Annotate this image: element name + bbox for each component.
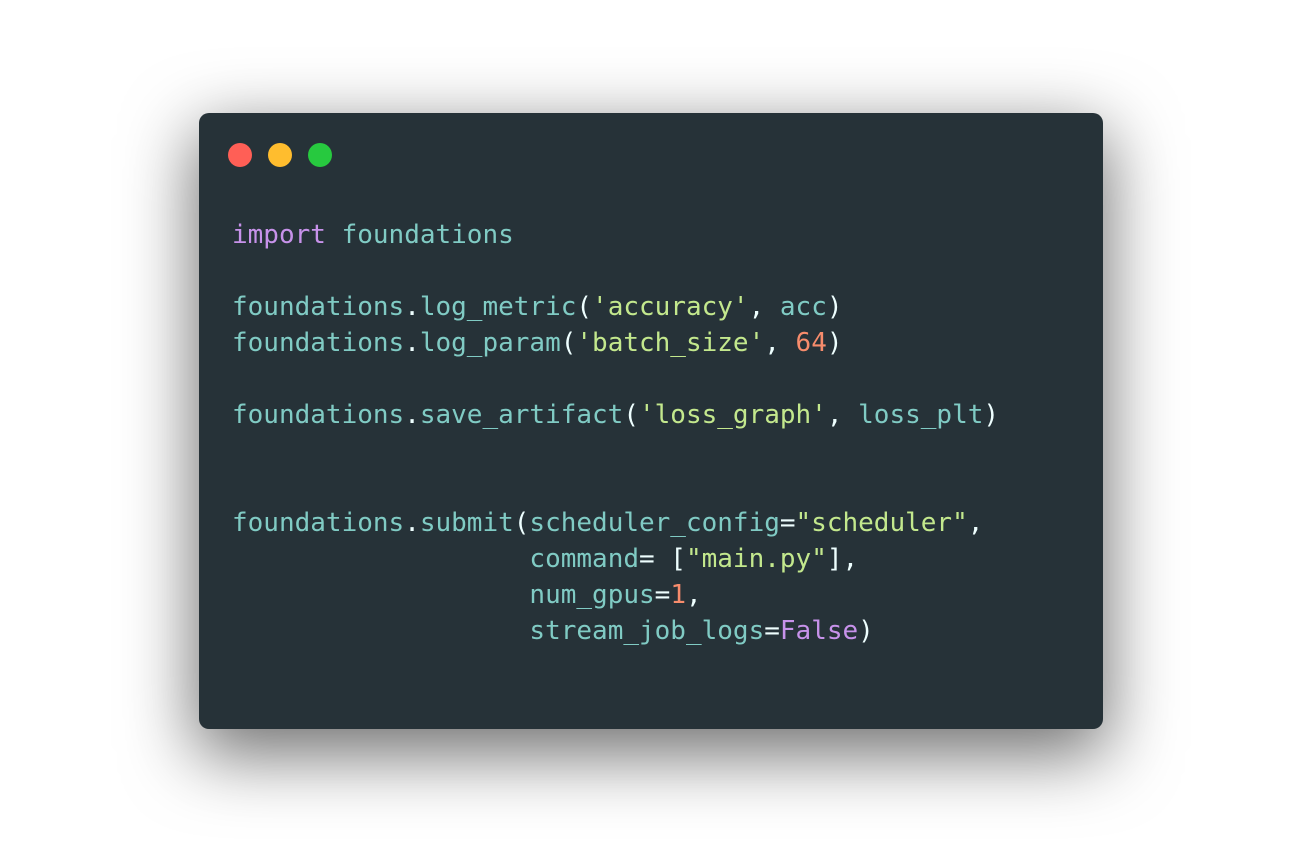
code-token: log_metric [419, 292, 577, 322]
code-token: 'batch_size' [576, 328, 765, 358]
code-token: acc [779, 292, 827, 322]
code-token: ) [983, 400, 1000, 430]
code-token: import [232, 220, 326, 250]
code-token: , [967, 508, 984, 538]
code-line: num_gpus=1, [232, 577, 999, 613]
code-token: ( [560, 328, 577, 358]
code-token: foundations [232, 508, 405, 538]
code-token: submit [419, 508, 514, 538]
code-token: , [764, 328, 796, 358]
code-token: num_gpus [529, 580, 655, 610]
code-token: foundations [232, 292, 405, 322]
code-line: import foundations [232, 217, 999, 253]
code-token: . [404, 328, 420, 358]
code-token: , [826, 400, 859, 430]
code-line: stream_job_logs=False) [232, 613, 999, 649]
code-token: = [654, 580, 671, 610]
code-token: 64 [795, 328, 827, 358]
minimize-button[interactable] [268, 143, 292, 167]
code-token: 1 [670, 580, 686, 610]
code-token: "main.py" [685, 544, 827, 574]
code-token: ], [826, 544, 859, 574]
code-block: import foundations foundations.log_metric… [232, 217, 999, 649]
code-token: , [748, 292, 780, 322]
code-token: False [779, 616, 859, 646]
code-line: command= ["main.py"], [232, 541, 999, 577]
code-token: 'loss_graph' [639, 400, 827, 430]
code-token: loss_plt [858, 400, 984, 430]
code-token: = [ [639, 544, 686, 574]
code-token: command [529, 544, 639, 574]
code-token: foundations [341, 220, 514, 250]
code-token: log_param [419, 328, 561, 358]
code-token: "scheduler" [795, 508, 968, 538]
code-line: foundations.save_artifact('loss_graph', … [232, 397, 999, 433]
code-token: ( [576, 292, 593, 322]
code-line: foundations.submit(scheduler_config="sch… [232, 505, 999, 541]
code-token: 'accuracy' [592, 292, 749, 322]
code-token: foundations [232, 328, 405, 358]
code-line: foundations.log_param('batch_size', 64) [232, 325, 999, 361]
code-token: ) [858, 616, 874, 646]
code-token: ) [826, 292, 843, 322]
code-token: save_artifact [419, 400, 624, 430]
code-token: ) [826, 328, 843, 358]
code-line: foundations.log_metric('accuracy', acc) [232, 289, 999, 325]
maximize-button[interactable] [308, 143, 332, 167]
code-token: . [404, 292, 420, 322]
code-token: = [779, 508, 796, 538]
code-token: , [685, 580, 702, 610]
code-token: ( [513, 508, 530, 538]
code-token: ( [623, 400, 639, 430]
code-token: = [764, 616, 780, 646]
code-token: . [404, 508, 420, 538]
code-window: import foundations foundations.log_metric… [199, 113, 1103, 729]
code-token: scheduler_config [529, 508, 780, 538]
code-token: stream_job_logs [529, 616, 765, 646]
close-button[interactable] [228, 143, 252, 167]
code-token: . [404, 400, 420, 430]
code-token: foundations [232, 400, 405, 430]
